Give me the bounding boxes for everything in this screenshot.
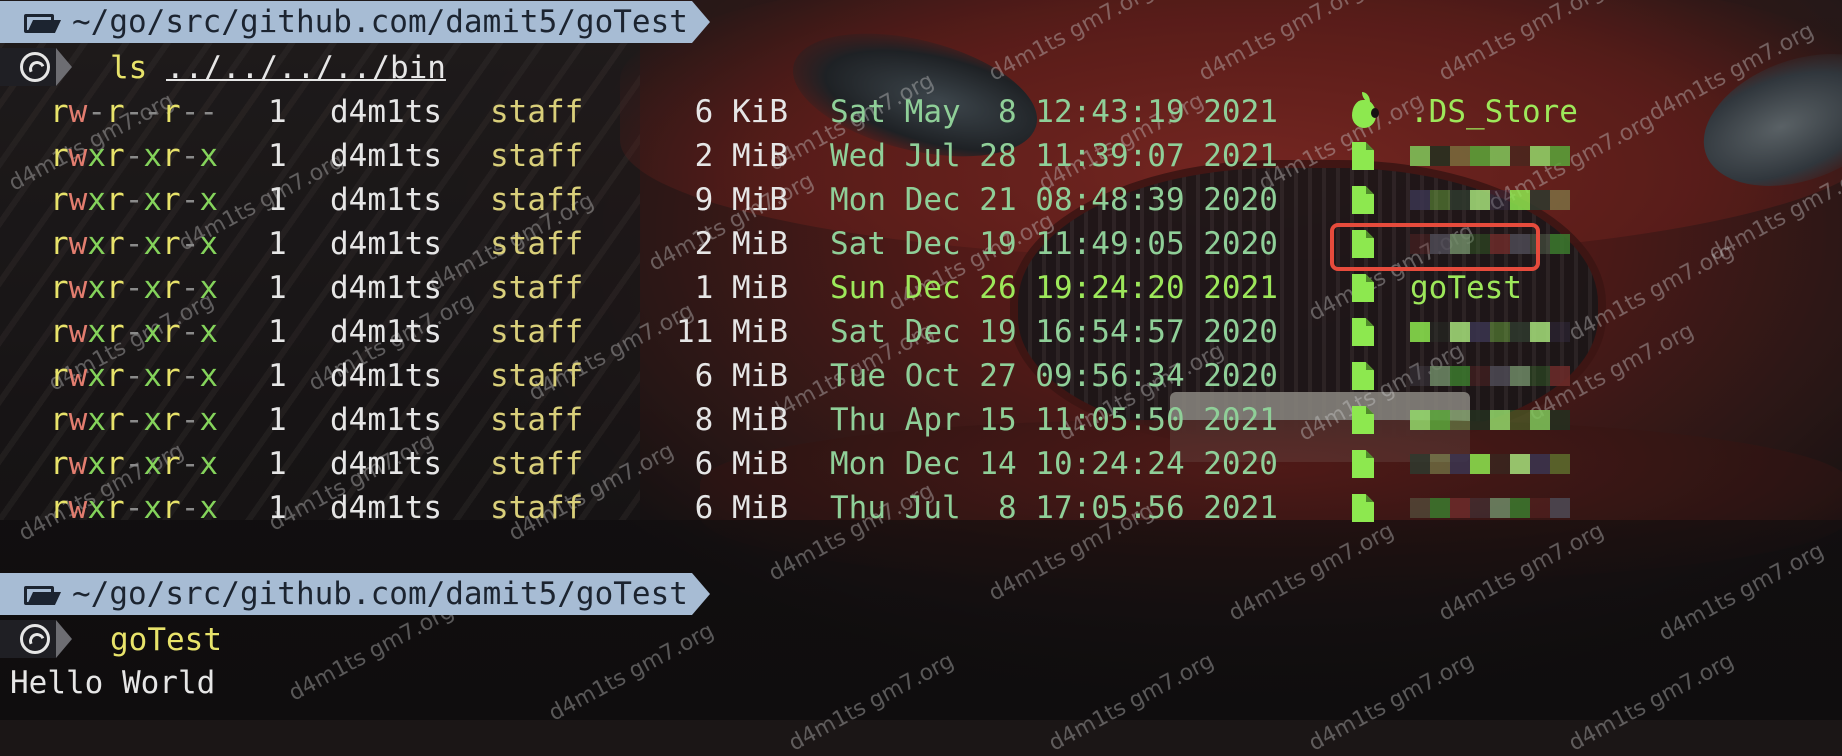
modified-date: Thu Apr 15 11:05:50 2021 xyxy=(830,402,1278,438)
file-icon xyxy=(1352,142,1374,170)
file-icon xyxy=(1352,362,1374,390)
file-size: 6 KiB xyxy=(694,94,788,130)
file-size: 6 MiB xyxy=(694,358,788,394)
file-icon xyxy=(1352,274,1374,302)
command-line[interactable]: ls ../../../../bin xyxy=(110,46,446,90)
listing-row: rwxr-xr-x 1 d4m1ts staff 1 MiB Sun Dec 26 19:… xyxy=(0,266,1842,310)
listing-row: rwxr-xr-x 1 d4m1ts staff 6 MiB Thu Jul 8 17:0… xyxy=(0,486,1842,530)
file-size: 6 MiB xyxy=(694,446,788,482)
file-size: 1 MiB xyxy=(694,270,788,306)
modified-date: Sat Dec 19 16:54:57 2020 xyxy=(830,314,1278,350)
modified-date: Sat May 8 12:43:19 2021 xyxy=(830,94,1278,130)
modified-date: Tue Oct 27 09:56:34 2020 xyxy=(830,358,1278,394)
listing-row: rwxr-xr-x 1 d4m1ts staff 6 MiB Mon Dec 14 10:… xyxy=(0,442,1842,486)
command-argument: ../../../../bin xyxy=(166,50,446,86)
redacted-filename xyxy=(1410,454,1570,474)
folder-open-icon xyxy=(24,583,58,605)
redacted-filename xyxy=(1410,190,1570,210)
filename[interactable]: .DS_Store xyxy=(1410,90,1578,134)
command-line-2[interactable]: goTest xyxy=(110,618,222,662)
file-size: 9 MiB xyxy=(694,182,788,218)
highlight-annotation xyxy=(1330,223,1540,271)
modified-date: Sat Dec 19 11:49:05 2020 xyxy=(830,226,1278,262)
file-icon xyxy=(1352,450,1374,478)
current-path: ~/go/src/github.com/damit5/goTest xyxy=(72,4,688,40)
file-icon xyxy=(1352,406,1374,434)
folder-open-icon xyxy=(24,11,58,33)
modified-date: Mon Dec 21 08:48:39 2020 xyxy=(830,182,1278,218)
current-path-2: ~/go/src/github.com/damit5/goTest xyxy=(72,576,688,612)
listing-row: rwxr-xr-x 1 d4m1ts staff 6 MiB Tue Oct 27 09:… xyxy=(0,354,1842,398)
file-size: 2 MiB xyxy=(694,226,788,262)
modified-date: Mon Dec 14 10:24:24 2020 xyxy=(830,446,1278,482)
listing-row: rwxr-xr-x 1 d4m1ts staff 9 MiB Mon Dec 21 08:… xyxy=(0,178,1842,222)
listing-row: rwxr-xr-x 1 d4m1ts staff 2 MiB Sat Dec 19 11:… xyxy=(0,222,1842,266)
file-size: 6 MiB xyxy=(694,490,788,526)
apple-icon xyxy=(1352,92,1379,128)
prompt-segment xyxy=(0,46,72,88)
listing-row: rwxr-xr-x 1 d4m1ts staff 8 MiB Thu Apr 15 11:… xyxy=(0,398,1842,442)
os-logo-icon xyxy=(20,624,50,654)
os-logo-icon xyxy=(20,52,50,82)
file-size: 11 MiB xyxy=(676,314,788,350)
terminal-window[interactable]: ~/go/src/github.com/damit5/goTest ls ../… xyxy=(0,0,1842,720)
file-icon xyxy=(1352,318,1374,346)
redacted-filename xyxy=(1410,498,1570,518)
file-icon xyxy=(1352,494,1374,522)
redacted-filename xyxy=(1410,146,1570,166)
listing-row: rwxr-xr-x 1 d4m1ts staff 11 MiB Sat Dec 19 16… xyxy=(0,310,1842,354)
file-size: 2 MiB xyxy=(694,138,788,174)
highlighted-filename[interactable]: goTest xyxy=(1410,266,1522,310)
listing-row: rw-r--r-- 1 d4m1ts staff 6 KiB Sat May 8 12:4… xyxy=(0,90,1842,134)
modified-date: Sun Dec 26 19:24:20 2021 xyxy=(830,270,1278,306)
redacted-filename xyxy=(1410,410,1570,430)
redacted-filename xyxy=(1410,322,1570,342)
command-name: ls xyxy=(110,50,148,86)
program-output: Hello World xyxy=(10,665,216,701)
redacted-filename xyxy=(1410,366,1570,386)
modified-date: Thu Jul 8 17:05:56 2021 xyxy=(830,490,1278,526)
file-size: 8 MiB xyxy=(694,402,788,438)
path-segment: ~/go/src/github.com/damit5/goTest xyxy=(0,1,710,43)
file-icon xyxy=(1352,186,1374,214)
command-name-2: goTest xyxy=(110,622,222,658)
listing-row: rwxr-xr-x 1 d4m1ts staff 2 MiB Wed Jul 28 11:… xyxy=(0,134,1842,178)
modified-date: Wed Jul 28 11:39:07 2021 xyxy=(830,138,1278,174)
prompt-segment-2 xyxy=(0,618,72,660)
path-segment-2: ~/go/src/github.com/damit5/goTest xyxy=(0,573,710,615)
